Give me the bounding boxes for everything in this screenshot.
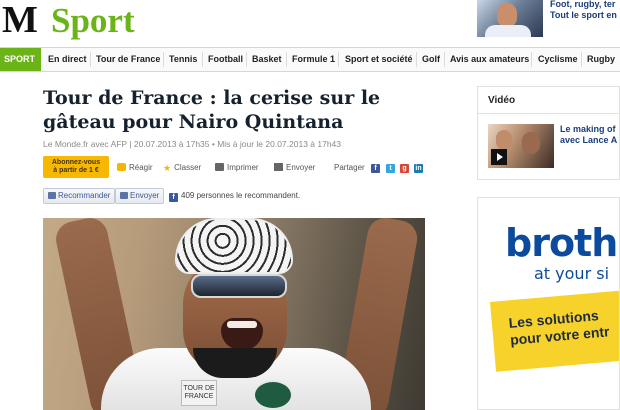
googleplus-icon[interactable]: g [400,164,409,173]
mail-icon [274,163,283,171]
facebook-icon[interactable]: f [371,164,380,173]
facebook-send-button[interactable]: Envoyer [115,188,165,204]
nav-item-sport-et-societe[interactable]: Sport et société [345,48,413,71]
email-button[interactable]: Envoyer [274,163,315,172]
classer-button[interactable]: ★ Classer [163,163,201,174]
ad-brand-logo: broth [505,221,618,265]
subscribe-button[interactable]: Abonnez-vous à partir de 1 € [43,156,109,178]
article-photo[interactable]: TOUR DE FRANCE [43,218,425,410]
linkedin-icon[interactable]: in [414,164,423,173]
section-navigation: SPORT En direct Tour de France Tennis Fo… [0,47,620,72]
nav-item-basket[interactable]: Basket [252,48,282,71]
print-icon [215,163,224,171]
promo-text[interactable]: Foot, rugby, ter Tout le sport en [550,0,617,21]
play-icon[interactable] [491,149,507,165]
thumbs-up-icon [48,192,56,199]
nav-item-formule-1[interactable]: Formule 1 [292,48,335,71]
nav-item-avis-aux-amateurs[interactable]: Avis aux amateurs [450,48,529,71]
sport-section-title[interactable]: Sport [51,2,135,40]
nav-item-rugby[interactable]: Rugby [587,48,615,71]
star-icon: ★ [163,163,172,173]
video-caption[interactable]: Le making of avec Lance A [560,124,617,146]
nav-item-en-direct[interactable]: En direct [48,48,87,71]
react-button[interactable]: Réagir [117,163,153,172]
share-label: Partager [334,163,365,172]
ad-tagline: at your si [534,264,610,283]
print-button[interactable]: Imprimer [215,163,259,172]
article-headline: Tour de France : la cerise sur le gâteau… [43,87,381,133]
nav-item-golf[interactable]: Golf [422,48,440,71]
article-meta: Le Monde.fr avec AFP | 20.07.2013 à 17h3… [43,139,342,149]
video-widget-title: Vidéo [488,95,516,106]
nav-item-tour-de-france[interactable]: Tour de France [96,48,160,71]
facebook-recommend-button[interactable]: Recommander [43,188,116,204]
nav-item-sport[interactable]: SPORT [0,48,41,71]
facebook-recommend-count: f 409 personnes le recommandent. [169,191,300,202]
video-widget: Vidéo Le making of avec Lance A [477,86,620,180]
masthead: M Sport Foot, rugby, ter Tout le sport e… [0,0,620,46]
facebook-icon: f [169,193,178,202]
twitter-icon[interactable]: t [386,164,395,173]
nav-item-cyclisme[interactable]: Cyclisme [538,48,578,71]
jersey-sponsor-logo [253,380,293,410]
comment-icon [117,163,126,171]
tour-de-france-badge: TOUR DE FRANCE [181,380,217,406]
video-thumbnail[interactable] [488,124,554,168]
send-icon [120,192,128,199]
nav-item-football[interactable]: Football [208,48,243,71]
nav-item-tennis[interactable]: Tennis [169,48,197,71]
advertisement[interactable]: broth at your si Les solutions pour votr… [477,197,620,410]
le-monde-logo[interactable]: M [2,0,38,40]
promo-image[interactable] [477,0,543,37]
